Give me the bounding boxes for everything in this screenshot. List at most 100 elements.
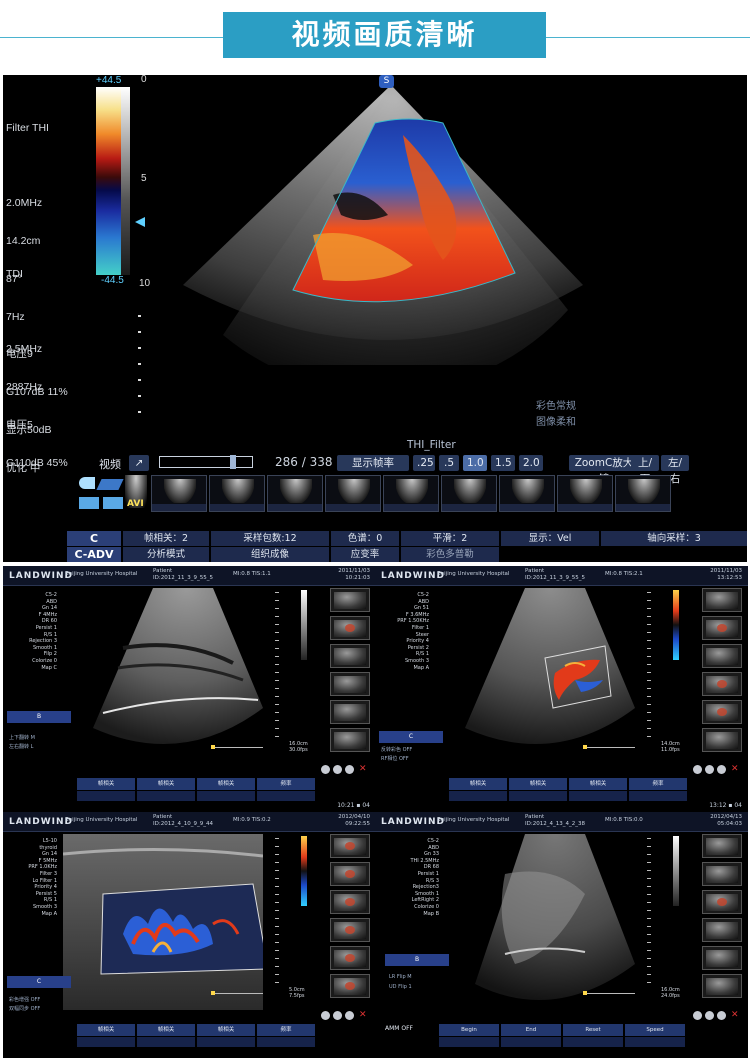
cine-progress-slider[interactable] [159,455,253,469]
control-item[interactable]: 上下翻转 M [9,734,35,741]
disc-icon[interactable] [705,765,714,774]
thumbnail[interactable] [330,834,370,858]
thumbnail[interactable] [330,974,370,998]
setting-cell[interactable]: 色谱：0 [331,531,399,546]
close-icon[interactable]: ✕ [731,1011,740,1020]
thumbnail[interactable] [702,728,742,752]
disc-icon[interactable] [333,1011,342,1020]
setting-cell[interactable]: 帧相关：2 [123,531,209,546]
thumbnail[interactable] [383,475,439,512]
close-icon[interactable]: ✕ [731,765,740,774]
thumbnail[interactable] [702,974,742,998]
speed-button[interactable]: Speed [625,1024,685,1036]
flip-leftright-button[interactable]: 左/右 [661,455,689,485]
reset-button[interactable]: Reset [563,1024,623,1036]
begin-button[interactable]: Begin [439,1024,499,1036]
rate-option[interactable]: .25 [413,455,435,471]
thumbnail[interactable] [330,918,370,942]
thumbnail[interactable] [330,890,370,914]
thumbnail[interactable] [702,890,742,914]
thumbnail[interactable] [702,700,742,724]
control-item[interactable]: AMM OFF [385,1025,413,1032]
footer-button[interactable]: 频率 [257,1024,315,1036]
disc-icon[interactable] [333,765,342,774]
thumbnail[interactable] [151,475,207,512]
setting-cell[interactable]: 分析模式 [123,547,209,562]
flip-updown-button[interactable]: 上/下 [631,455,659,485]
setting-cell[interactable]: 应变率 [331,547,399,562]
thumbnail[interactable] [702,644,742,668]
rate-option[interactable]: .5 [439,455,459,471]
footer-button[interactable]: 帧相关 [449,778,507,790]
thumbnail[interactable] [702,834,742,858]
slider-knob[interactable] [230,455,236,469]
thumbnail[interactable] [499,475,555,512]
close-icon[interactable]: ✕ [359,765,368,774]
thumbnail[interactable] [702,862,742,886]
setting-cell[interactable]: 显示：Vel [501,531,599,546]
footer-button[interactable]: 帧相关 [197,778,255,790]
control-item[interactable]: 双幅同步 OFF [9,1005,40,1012]
footer-button[interactable]: 帧相关 [137,778,195,790]
footer-button[interactable]: 帧相关 [77,1024,135,1036]
disc-icon[interactable] [717,1011,726,1020]
thumbnail[interactable] [209,475,265,512]
zoom-magnifier-button[interactable]: ZoomC放大镜 [569,455,639,485]
setting-cell[interactable]: 平滑：2 [401,531,499,546]
control-item[interactable]: 左右翻转 L [9,743,33,750]
thumbnail[interactable] [702,588,742,612]
thumbnail[interactable] [325,475,381,512]
setting-cell[interactable]: 组织成像 [211,547,329,562]
thumbnail[interactable] [702,672,742,696]
disc-icon[interactable] [321,765,330,774]
control-item[interactable]: 彩色增强 OFF [9,996,40,1003]
rate-option[interactable]: 1.5 [491,455,515,471]
thumbnail[interactable] [330,728,370,752]
thumbnail[interactable] [557,475,613,512]
close-icon[interactable]: ✕ [359,1011,368,1020]
control-item[interactable]: RF相位 OFF [381,755,409,762]
control-item[interactable]: UD Flip 1 [389,984,412,990]
footer-button[interactable]: 频率 [629,778,687,790]
display-rate-button[interactable]: 显示帧率 [337,455,409,471]
disc-icon[interactable] [693,765,702,774]
footer-button[interactable]: 帧相关 [137,1024,195,1036]
thumbnail[interactable] [330,588,370,612]
end-button[interactable]: End [501,1024,561,1036]
arrow-right-icon[interactable] [103,497,123,509]
footer-button[interactable]: 帧相关 [77,778,135,790]
thumbnail[interactable] [702,946,742,970]
thumbnail[interactable] [267,475,323,512]
footer-button[interactable]: 帧相关 [569,778,627,790]
thumbnail[interactable] [330,862,370,886]
thumbnail[interactable] [441,475,497,512]
rate-option-selected[interactable]: 1.0 [463,455,487,471]
control-item[interactable]: 反转彩色 OFF [381,746,412,753]
disc-icon[interactable] [345,1011,354,1020]
thumbnail[interactable] [330,672,370,696]
disc-icon[interactable] [705,1011,714,1020]
thumbnail[interactable] [615,475,671,512]
thumbnail[interactable] [330,700,370,724]
setting-cell[interactable]: 采样包数:12 [211,531,329,546]
thumbnail[interactable] [702,918,742,942]
disc-icon[interactable] [321,1011,330,1020]
disc-icon[interactable] [693,1011,702,1020]
disc-icon[interactable] [717,765,726,774]
thumbnail[interactable] [330,946,370,970]
baseline-marker-icon[interactable] [135,217,145,227]
footer-button[interactable]: 帧相关 [509,778,567,790]
disc-icon[interactable] [345,765,354,774]
footer-button[interactable]: 频率 [257,778,315,790]
thumbnail[interactable] [702,616,742,640]
setting-cell[interactable]: 彩色多普勒 [401,547,499,562]
setting-cell[interactable]: 轴向采样：3 [601,531,747,546]
control-item[interactable]: LR Flip M [389,974,412,980]
thumbnail[interactable] [330,644,370,668]
export-arrow-icon[interactable]: ↗ [129,455,149,471]
arrow-left-icon[interactable] [79,497,99,509]
thumbnail[interactable] [330,616,370,640]
rate-option[interactable]: 2.0 [519,455,543,471]
footer-button[interactable]: 帧相关 [197,1024,255,1036]
thumbnail-current[interactable]: AVI [77,475,147,512]
